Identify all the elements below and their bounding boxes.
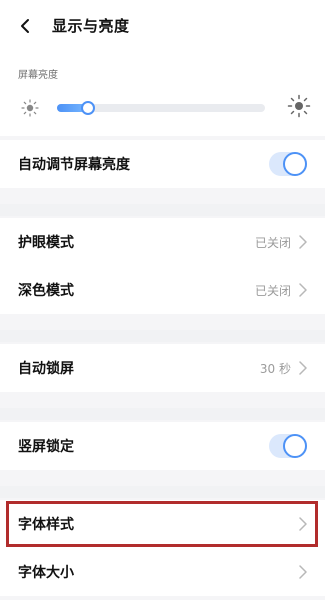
- eye-protection-row[interactable]: 护眼模式 已关闭: [0, 218, 325, 266]
- auto-brightness-row[interactable]: 自动调节屏幕亮度: [0, 140, 325, 188]
- back-button[interactable]: [14, 14, 38, 38]
- sun-small-icon: [18, 96, 42, 120]
- toggle-knob: [283, 434, 307, 458]
- chevron-right-icon: [297, 233, 309, 251]
- auto-lock-value: 30 秒: [259, 362, 291, 376]
- toggle-knob: [283, 152, 307, 176]
- auto-lock-label: 自动锁屏: [18, 361, 74, 377]
- section-divider: [0, 330, 325, 342]
- brightness-section: [0, 52, 325, 136]
- brightness-label: 屏幕亮度: [18, 70, 58, 81]
- eye-protection-value: 已关闭: [254, 236, 291, 250]
- eye-protection-label: 护眼模式: [18, 235, 74, 251]
- dark-mode-label: 深色模式: [18, 283, 74, 299]
- portrait-lock-toggle[interactable]: [269, 434, 307, 458]
- page-title: 显示与亮度: [52, 17, 130, 35]
- chevron-right-icon: [297, 281, 309, 299]
- chevron-right-icon: [297, 515, 309, 533]
- chevron-right-icon: [297, 563, 309, 581]
- dark-mode-row[interactable]: 深色模式 已关闭: [0, 266, 325, 314]
- section-divider: [0, 408, 325, 420]
- top-bar: 显示与亮度: [0, 0, 325, 52]
- chevron-left-icon: [21, 19, 29, 33]
- auto-brightness-toggle[interactable]: [269, 152, 307, 176]
- auto-lock-row[interactable]: 自动锁屏 30 秒: [0, 344, 325, 392]
- dark-mode-value: 已关闭: [254, 284, 291, 298]
- font-style-label: 字体样式: [18, 517, 74, 533]
- chevron-right-icon: [297, 359, 309, 377]
- font-size-row[interactable]: 字体大小: [0, 548, 325, 596]
- auto-brightness-label: 自动调节屏幕亮度: [18, 157, 130, 173]
- brightness-slider-thumb[interactable]: [81, 101, 95, 115]
- font-style-row[interactable]: 字体样式: [0, 500, 325, 548]
- font-size-label: 字体大小: [18, 565, 74, 581]
- portrait-lock-label: 竖屏锁定: [18, 439, 74, 455]
- section-divider: [0, 486, 325, 498]
- brightness-slider[interactable]: [57, 101, 265, 115]
- sun-large-icon: [287, 94, 311, 118]
- section-divider: [0, 204, 325, 216]
- portrait-lock-row[interactable]: 竖屏锁定: [0, 422, 325, 470]
